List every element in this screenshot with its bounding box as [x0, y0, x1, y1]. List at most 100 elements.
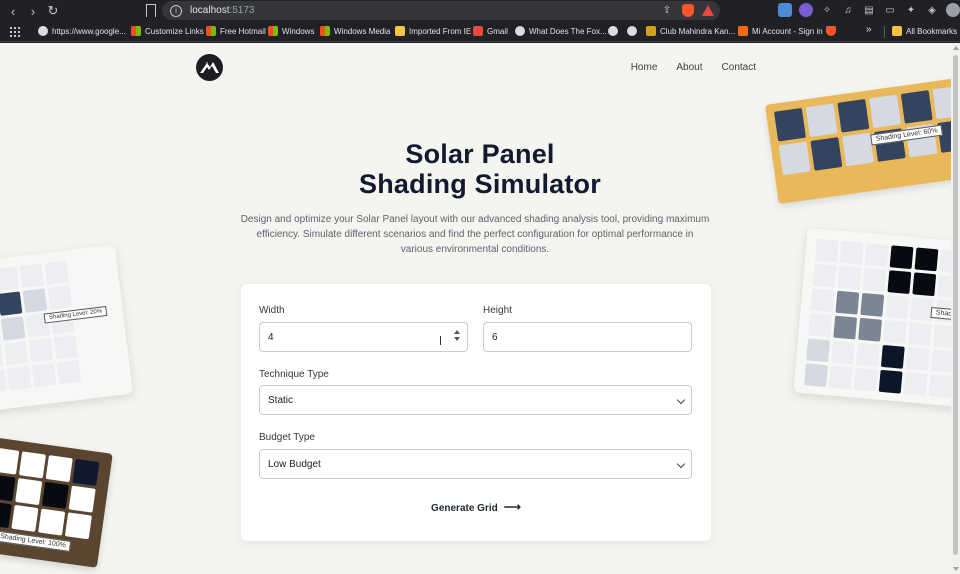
address-url[interactable]: localhost:5173	[190, 5, 255, 16]
page-subtitle: Design and optimize your Solar Panel lay…	[240, 214, 710, 255]
mountain-logo-icon	[200, 62, 219, 73]
text-cursor-icon	[440, 336, 444, 345]
bookmark-item[interactable]: Windows	[268, 26, 314, 36]
globe-icon	[515, 26, 525, 36]
bookmark-label: What Does The Fox...	[529, 26, 607, 36]
mi-icon	[738, 26, 748, 36]
budget-label: Budget Type	[259, 432, 315, 443]
apps-grid-icon[interactable]	[10, 27, 20, 37]
bookmark-label: Windows	[282, 26, 315, 36]
puzzle-icon[interactable]: ✧	[820, 3, 834, 17]
url-host: localhost	[190, 5, 230, 16]
nav-contact[interactable]: Contact	[722, 62, 756, 73]
club-icon	[646, 26, 656, 36]
scrollbar[interactable]	[951, 43, 960, 574]
globe-icon	[38, 26, 48, 36]
bookmark-item[interactable]	[608, 26, 618, 36]
panel-cells	[0, 447, 100, 540]
bookmark-label: Club Mahindra Kan...	[660, 26, 736, 36]
music-icon[interactable]: ♫	[841, 3, 855, 17]
vpn-icon[interactable]: ◈	[925, 3, 939, 17]
url-port: :5173	[229, 5, 255, 16]
reading-list-icon[interactable]: ▤	[862, 3, 876, 17]
simulator-form: Width 4 Height 6 Technique Type Static B…	[241, 284, 711, 541]
globe-icon	[608, 26, 618, 36]
bookmark-item[interactable]: Windows Media	[320, 26, 390, 36]
page-title-line: Solar Panel	[405, 139, 555, 169]
solar-panel-illustration: Shading Level: 100%	[0, 436, 118, 574]
scrollbar-thumb[interactable]	[953, 55, 958, 555]
page-title: Solar Panel Shading Simulator	[0, 139, 960, 199]
bookmark-item[interactable]: Imported From IE	[395, 26, 471, 36]
generate-grid-button[interactable]: Generate Grid ⟶	[241, 500, 711, 514]
page-title-line: Shading Simulator	[359, 169, 601, 199]
bookmark-item[interactable]: https://www.google...	[38, 26, 126, 36]
brave-rewards-icon[interactable]	[702, 4, 714, 16]
technique-label: Technique Type	[259, 369, 329, 380]
nav-about[interactable]: About	[676, 62, 702, 73]
profile-avatar[interactable]	[946, 3, 960, 17]
bookmark-label: Gmail	[487, 26, 508, 36]
bookmark-label: Customize Links	[145, 26, 204, 36]
ms-icon	[131, 26, 141, 36]
sparkle-icon[interactable]: ✦	[904, 3, 918, 17]
height-input[interactable]: 6	[483, 322, 692, 352]
bookmark-label: All Bookmarks	[906, 26, 958, 36]
back-icon[interactable]: ‹	[4, 2, 22, 20]
bookmark-label: https://www.google...	[52, 26, 126, 36]
generate-grid-label: Generate Grid	[431, 503, 498, 514]
more-bookmarks-button[interactable]: »	[866, 24, 872, 35]
bookmark-item[interactable]: Customize Links	[131, 26, 204, 36]
browser-toolbar: ‹ › ↻ i localhost:5173 ⇪ ✧ ♫ ▤ ▭ ✦ ◈ ⋮	[0, 0, 960, 22]
bookmark-label: Mi Account - Sign in	[752, 26, 823, 36]
bookmark-item[interactable]	[826, 26, 836, 36]
bookmark-item[interactable]: Gmail	[473, 26, 508, 36]
budget-value: Low Budget	[268, 458, 321, 470]
share-icon[interactable]: ⇪	[660, 3, 674, 17]
wallet-icon[interactable]: ▭	[883, 3, 897, 17]
solar-panel-illustration: Shading Level: 20%	[0, 244, 139, 422]
bookmarks-bar: https://www.google... Customize Links Fr…	[0, 22, 960, 42]
width-value: 4	[268, 331, 274, 343]
top-nav: Home About Contact	[631, 62, 756, 73]
number-stepper[interactable]	[454, 330, 460, 341]
bookmark-label: Windows Media	[334, 26, 391, 36]
ms-icon	[320, 26, 330, 36]
nav-home[interactable]: Home	[631, 62, 658, 73]
extension-icon[interactable]	[778, 3, 792, 17]
bookmark-item[interactable]	[627, 26, 637, 36]
gmail-icon	[473, 26, 483, 36]
bookmark-item[interactable]: Club Mahindra Kan...	[646, 26, 735, 36]
technique-select[interactable]: Static	[259, 385, 692, 415]
site-info-icon[interactable]: i	[170, 4, 182, 17]
bookmark-page-icon[interactable]	[146, 4, 156, 17]
bookmark-item[interactable]: Free Hotmail	[206, 26, 266, 36]
budget-select[interactable]: Low Budget	[259, 449, 692, 479]
chevron-down-icon	[676, 395, 686, 405]
more-bookmarks-label: »	[866, 24, 872, 35]
stepper-up-icon[interactable]	[454, 330, 460, 334]
reload-icon[interactable]: ↻	[44, 2, 62, 20]
height-label: Height	[483, 305, 512, 316]
forward-icon[interactable]: ›	[24, 2, 42, 20]
brave-shields-icon[interactable]	[682, 3, 694, 17]
solar-panel-illustration: Shadi	[793, 227, 960, 412]
ms-icon	[206, 26, 216, 36]
folder-icon	[395, 26, 405, 36]
scroll-up-icon[interactable]	[953, 46, 959, 50]
stepper-down-icon[interactable]	[454, 337, 460, 341]
bookmark-item[interactable]: Mi Account - Sign in	[738, 26, 823, 36]
all-bookmarks-button[interactable]: All Bookmarks	[892, 26, 957, 36]
logo[interactable]	[196, 54, 223, 81]
bookmark-label: Imported From IE	[409, 26, 472, 36]
technique-value: Static	[268, 394, 294, 406]
address-bar[interactable]: i localhost:5173 ⇪	[162, 1, 720, 20]
brave-icon	[826, 26, 836, 36]
scroll-down-icon[interactable]	[953, 567, 959, 571]
extension-icon[interactable]	[799, 3, 813, 17]
divider	[884, 26, 885, 38]
height-value: 6	[492, 331, 498, 343]
width-input[interactable]: 4	[259, 322, 468, 352]
bookmark-item[interactable]: What Does The Fox...	[515, 26, 607, 36]
extensions-bar: ✧ ♫ ▤ ▭ ✦ ◈ ⋮	[778, 3, 960, 17]
